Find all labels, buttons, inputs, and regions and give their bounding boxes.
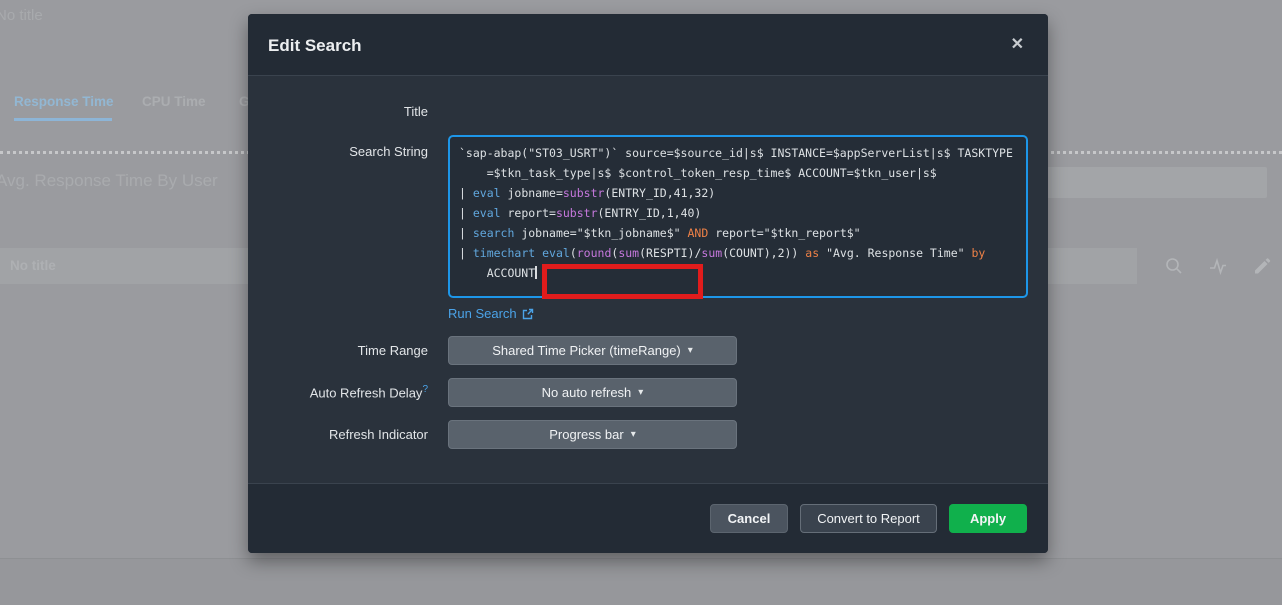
edit-pencil-icon xyxy=(1251,255,1273,277)
auto-refresh-dropdown[interactable]: No auto refresh ▾ xyxy=(448,378,737,407)
tab-response-time: Response Time xyxy=(14,94,114,109)
refresh-indicator-label: Refresh Indicator xyxy=(248,427,428,442)
dashboard-title: No title xyxy=(0,7,43,24)
refresh-indicator-value: Progress bar xyxy=(549,427,623,442)
run-search-label: Run Search xyxy=(448,306,517,321)
run-search-link[interactable]: Run Search xyxy=(448,306,534,321)
cancel-button[interactable]: Cancel xyxy=(710,504,788,533)
apply-button[interactable]: Apply xyxy=(949,504,1027,533)
chevron-down-icon: ▾ xyxy=(688,345,693,356)
modal-title: Edit Search xyxy=(268,36,362,56)
chevron-down-icon: ▾ xyxy=(638,387,643,398)
time-range-value: Shared Time Picker (timeRange) xyxy=(492,343,681,358)
panel-title: Avg. Response Time By User xyxy=(0,171,218,191)
search-string-label: Search String xyxy=(248,144,428,159)
modal-header: Edit Search ✕ xyxy=(248,14,1048,76)
modal-footer: Cancel Convert to Report Apply xyxy=(248,483,1048,553)
external-link-icon xyxy=(522,308,534,320)
refresh-indicator-dropdown[interactable]: Progress bar ▾ xyxy=(448,420,737,449)
auto-refresh-label: Auto Refresh Delay? xyxy=(248,384,428,400)
search-icon xyxy=(1163,255,1185,277)
active-tab-underline xyxy=(14,118,112,121)
title-input[interactable] xyxy=(448,98,1028,125)
close-icon[interactable]: ✕ xyxy=(1011,35,1024,55)
convert-to-report-button[interactable]: Convert to Report xyxy=(800,504,937,533)
help-icon[interactable]: ? xyxy=(422,384,428,395)
tab-cpu-time: CPU Time xyxy=(142,94,206,109)
activity-icon xyxy=(1207,255,1229,277)
screen: No title Response Time CPU Time G Avg. R… xyxy=(0,0,1282,605)
edit-search-modal: Edit Search ✕ Title Search String `sap-a… xyxy=(248,14,1048,553)
auto-refresh-value: No auto refresh xyxy=(542,385,632,400)
time-range-label: Time Range xyxy=(248,343,428,358)
time-range-dropdown[interactable]: Shared Time Picker (timeRange) ▾ xyxy=(448,336,737,365)
search-string-editor[interactable]: `sap-abap("ST03_USRT")` source=$source_i… xyxy=(448,135,1028,298)
background-input xyxy=(1040,167,1267,198)
title-label: Title xyxy=(248,104,428,119)
chevron-down-icon: ▾ xyxy=(631,429,636,440)
page-bottom-region xyxy=(0,558,1282,605)
panel-row-title: No title xyxy=(10,258,56,273)
